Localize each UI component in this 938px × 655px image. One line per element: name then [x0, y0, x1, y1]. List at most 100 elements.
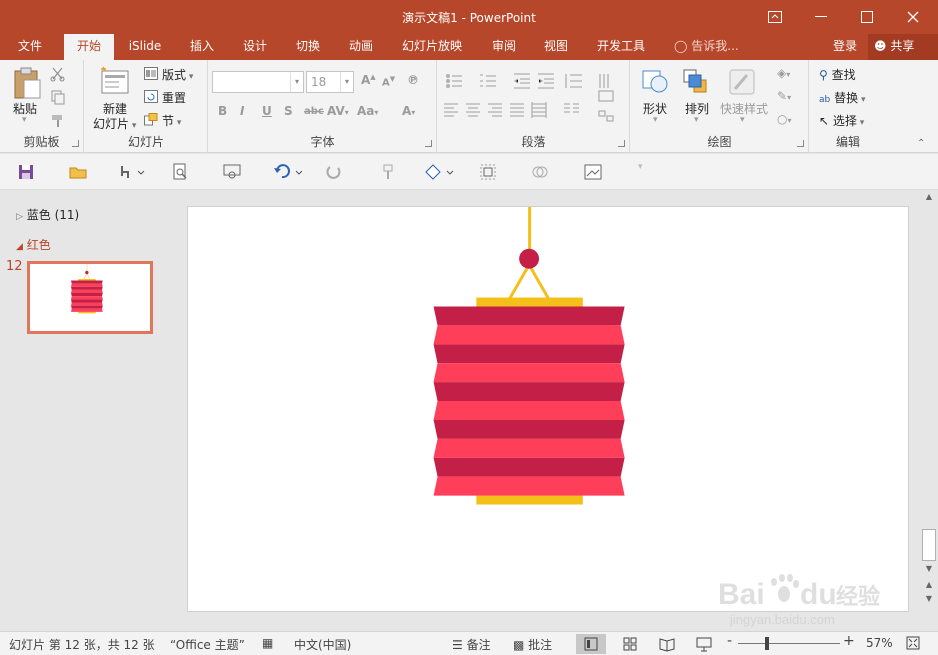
shape-quick-icon[interactable]: [423, 162, 457, 182]
zoom-in-button[interactable]: +: [843, 633, 855, 649]
previous-slide-icon[interactable]: ▲: [920, 579, 938, 591]
language[interactable]: 中文(中国): [294, 636, 351, 653]
clipboard-launcher-icon[interactable]: [72, 140, 79, 147]
picture-icon[interactable]: [583, 162, 603, 182]
section-button[interactable]: 节 ▾: [162, 112, 181, 129]
ribbon-display-icon[interactable]: [752, 0, 798, 34]
tab-animations[interactable]: 动画: [339, 34, 383, 60]
zoom-out-button[interactable]: -: [727, 633, 732, 649]
zoom-level[interactable]: 57%: [866, 636, 893, 650]
login-button[interactable]: 登录: [833, 34, 857, 60]
slide-thumbnail[interactable]: [27, 261, 153, 334]
paste-icon[interactable]: [12, 66, 42, 100]
maximize-icon[interactable]: [844, 0, 890, 34]
section-blue[interactable]: ▷ 蓝色 (11): [16, 206, 79, 223]
font-name-combo[interactable]: ▾: [212, 71, 304, 93]
present-icon[interactable]: [222, 162, 242, 182]
reset-button[interactable]: 重置: [162, 89, 186, 106]
font-size-combo[interactable]: 18 ▾: [306, 71, 354, 93]
share-button[interactable]: ☻ 共享: [868, 34, 938, 60]
open-folder-icon[interactable]: [68, 162, 88, 182]
slideshow-button[interactable]: [689, 634, 719, 654]
vertical-scrollbar[interactable]: ▲ ▼ ▲ ▼: [920, 191, 938, 631]
slide-sorter-button[interactable]: [615, 634, 645, 654]
print-preview-icon[interactable]: [170, 162, 190, 182]
bold-icon[interactable]: B: [218, 104, 227, 118]
decrease-font-icon[interactable]: A▼: [382, 75, 395, 88]
reading-view-button[interactable]: [652, 634, 682, 654]
collapse-ribbon-icon[interactable]: ⌃: [917, 138, 925, 149]
clear-format-icon[interactable]: ℗: [407, 73, 419, 87]
paragraph-launcher-icon[interactable]: [618, 140, 625, 147]
underline-icon[interactable]: U: [262, 104, 272, 118]
increase-font-icon[interactable]: A▲: [361, 73, 376, 87]
format-painter-icon[interactable]: [378, 162, 398, 182]
italic-icon[interactable]: I: [240, 104, 244, 118]
normal-view-button[interactable]: [576, 634, 606, 654]
close-icon[interactable]: [890, 0, 936, 34]
fit-to-window-icon[interactable]: [906, 636, 920, 653]
quick-styles-icon[interactable]: [727, 67, 757, 97]
svg-text:du: du: [800, 578, 837, 611]
minimize-icon[interactable]: [798, 0, 844, 34]
tab-home[interactable]: 开始: [64, 34, 114, 60]
customize-qat-icon[interactable]: ▾: [638, 162, 643, 172]
select-button[interactable]: ↖ 选择 ▾: [819, 112, 864, 129]
cut-icon[interactable]: [50, 66, 66, 82]
new-slide-line2[interactable]: 幻灯片 ▾: [93, 115, 136, 132]
shadow-icon[interactable]: S: [284, 104, 293, 118]
scrollbar-thumb[interactable]: [922, 529, 936, 561]
align-objects-icon[interactable]: [478, 162, 498, 182]
lantern-image[interactable]: [188, 205, 908, 611]
redo-icon[interactable]: [324, 162, 344, 182]
tab-transitions[interactable]: 切换: [286, 34, 330, 60]
scroll-up-icon[interactable]: ▲: [920, 191, 938, 203]
copy-icon[interactable]: [50, 89, 66, 105]
spell-check-icon[interactable]: ▦: [262, 636, 273, 650]
chevron-down-icon[interactable]: ▾: [694, 115, 699, 125]
strikethrough-icon[interactable]: abc: [304, 106, 324, 117]
tab-islide[interactable]: iSlide: [122, 34, 168, 60]
zoom-slider-thumb[interactable]: [765, 637, 769, 650]
font-launcher-icon[interactable]: [425, 140, 432, 147]
char-spacing-icon[interactable]: AV▾: [327, 104, 349, 118]
notes-button[interactable]: ☰ 备注: [452, 636, 491, 653]
chevron-down-icon[interactable]: ▾: [740, 115, 745, 125]
next-slide-icon[interactable]: ▼: [920, 593, 938, 605]
shapes-icon[interactable]: [639, 67, 671, 97]
undo-icon[interactable]: [272, 162, 306, 182]
touch-mode-icon[interactable]: [116, 162, 146, 182]
section-red[interactable]: ◢ 红色: [16, 236, 51, 253]
merge-shapes-icon[interactable]: [530, 162, 550, 182]
chevron-down-icon[interactable]: ▾: [653, 115, 658, 125]
tell-me-box[interactable]: ◯ 告诉我...: [674, 34, 739, 60]
find-button[interactable]: ⚲ 查找: [819, 66, 856, 83]
scroll-down-icon[interactable]: ▼: [920, 563, 938, 575]
expand-arrow-icon: ▷: [16, 212, 23, 222]
shape-fill-icon[interactable]: ◈▾: [777, 66, 790, 80]
clipboard-label: 剪贴板: [23, 135, 60, 149]
tab-review[interactable]: 审阅: [482, 34, 526, 60]
status-bar: 幻灯片 第 12 张，共 12 张 “Office 主题” ▦ 中文(中国) ☰…: [0, 631, 938, 655]
tab-insert[interactable]: 插入: [180, 34, 224, 60]
change-case-icon[interactable]: Aa▾: [357, 104, 378, 118]
save-icon[interactable]: [16, 162, 36, 182]
shape-outline-icon[interactable]: ✎▾: [777, 89, 791, 103]
tab-view[interactable]: 视图: [534, 34, 578, 60]
replace-button[interactable]: ab 替换 ▾: [819, 89, 865, 106]
slide-canvas[interactable]: [187, 205, 909, 612]
tab-file[interactable]: 文件: [8, 34, 52, 60]
arrange-icon[interactable]: [681, 67, 711, 97]
tab-developer[interactable]: 开发工具: [590, 34, 652, 60]
drawing-launcher-icon[interactable]: [797, 140, 804, 147]
tab-design[interactable]: 设计: [233, 34, 277, 60]
paste-dropdown-icon[interactable]: ▾: [22, 115, 27, 125]
zoom-slider[interactable]: [738, 643, 840, 644]
format-painter-icon[interactable]: [50, 112, 66, 128]
comments-button[interactable]: ▩ 批注: [513, 636, 552, 653]
tab-slideshow[interactable]: 幻灯片放映: [396, 34, 468, 60]
layout-button[interactable]: 版式 ▾: [162, 66, 193, 83]
shape-effects-icon[interactable]: ○▾: [777, 112, 792, 126]
new-slide-icon[interactable]: [99, 66, 131, 96]
font-color-icon[interactable]: A▾: [402, 104, 415, 118]
